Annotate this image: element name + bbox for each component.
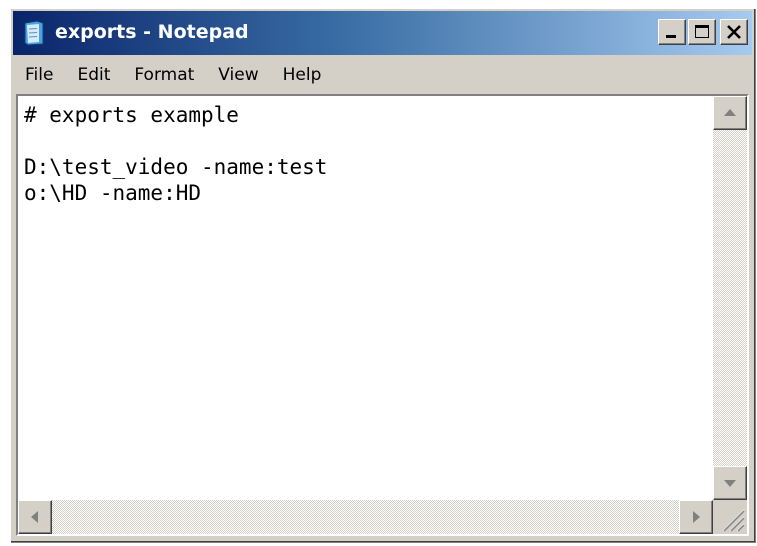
- menu-file[interactable]: File: [13, 65, 65, 85]
- menu-bar: File Edit Format View Help: [13, 58, 752, 92]
- resize-grip[interactable]: [713, 500, 747, 534]
- scroll-up-button[interactable]: [713, 96, 747, 130]
- window-title: exports - Notepad: [55, 21, 249, 43]
- menu-view[interactable]: View: [206, 65, 270, 85]
- maximize-button[interactable]: [688, 19, 716, 45]
- scroll-down-button[interactable]: [713, 466, 747, 500]
- notepad-window: exports - Notepad File Edit Format View …: [10, 8, 755, 542]
- editor-line: # exports example: [24, 103, 239, 127]
- arrow-left-icon: [31, 511, 38, 523]
- close-icon: [727, 25, 741, 39]
- maximize-icon: [695, 25, 709, 38]
- notepad-icon[interactable]: [23, 20, 45, 46]
- arrow-right-icon: [693, 511, 700, 523]
- close-button[interactable]: [720, 19, 748, 45]
- title-bar[interactable]: exports - Notepad: [13, 11, 752, 55]
- menu-edit[interactable]: Edit: [65, 65, 122, 85]
- vertical-scrollbar[interactable]: [713, 96, 747, 500]
- resize-grip-icon: [722, 509, 745, 532]
- minimize-icon: [666, 35, 676, 38]
- menu-help[interactable]: Help: [271, 65, 334, 85]
- arrow-down-icon: [724, 480, 736, 487]
- scroll-right-button[interactable]: [679, 500, 713, 534]
- editor-line: o:\HD -name:HD: [24, 181, 202, 205]
- window-controls: [658, 19, 748, 45]
- horizontal-scrollbar[interactable]: [18, 500, 713, 534]
- menu-format[interactable]: Format: [122, 65, 206, 85]
- minimize-button[interactable]: [658, 19, 686, 45]
- editor-line: D:\test_video -name:test: [24, 155, 328, 179]
- scroll-left-button[interactable]: [18, 500, 52, 534]
- editor-text[interactable]: # exports example D:\test_video -name:te…: [24, 102, 327, 206]
- text-editor[interactable]: # exports example D:\test_video -name:te…: [16, 94, 749, 536]
- arrow-up-icon: [724, 109, 736, 116]
